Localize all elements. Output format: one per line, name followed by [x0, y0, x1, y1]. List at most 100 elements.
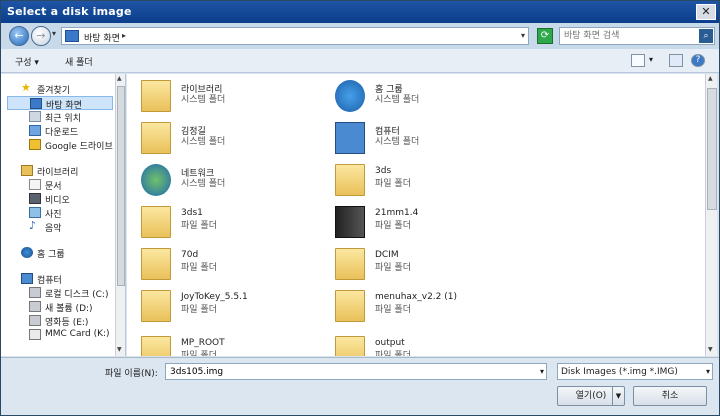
sidebar-item-music[interactable]: ♪ 음악 [1, 219, 115, 234]
sidebar-item-favorites[interactable]: ★ 즐겨찾기 [1, 81, 115, 96]
sidebar-scrollbar[interactable]: ▲ ▼ [115, 74, 125, 356]
address-bar[interactable]: 바탕 화면 ▸ ▾ [61, 27, 529, 45]
sidebar-item-libraries[interactable]: 라이브러리 [1, 164, 115, 178]
file-list-scroll-thumb[interactable] [707, 88, 717, 210]
sidebar-item-drive-e[interactable]: 영화등 (E:) [1, 314, 115, 328]
file-item[interactable]: 홈 그룹 시스템 폴더 [321, 78, 501, 114]
computer-icon [21, 273, 33, 284]
file-item[interactable]: JoyToKey_5.5.1 파일 폴더 [127, 288, 307, 324]
back-button[interactable]: ← [9, 26, 29, 46]
folder-icon [335, 248, 365, 280]
history-dropdown-icon[interactable]: ▾ [52, 29, 56, 38]
cancel-button[interactable]: 취소 [633, 386, 707, 406]
file-list: 라이브러리 시스템 폴더 홈 그룹 시스템 폴더 김정길 시스템 폴더 컴퓨터 … [127, 74, 705, 356]
file-item[interactable]: MP_ROOT 파일 폴더 [127, 334, 307, 356]
homegroup-icon [21, 247, 33, 258]
sidebar-item-videos[interactable]: 비디오 [1, 192, 115, 206]
scroll-up-icon[interactable]: ▲ [708, 75, 713, 82]
download-icon [29, 125, 41, 136]
toolbar: 구성 ▾ 새 폴더 ▾ ? [1, 49, 719, 73]
view-dropdown-icon[interactable]: ▾ [649, 55, 653, 64]
computer-icon [335, 122, 365, 154]
music-icon: ♪ [29, 219, 37, 232]
file-type-dropdown-icon[interactable]: ▾ [706, 367, 710, 376]
folder-icon [335, 290, 365, 322]
card-icon [29, 329, 41, 340]
scroll-up-icon[interactable]: ▲ [117, 75, 122, 82]
library-icon [21, 165, 33, 176]
file-type-value: Disk Images (*.img *.IMG) [561, 367, 678, 377]
file-dialog: Select a disk image ✕ ← → ▾ 바탕 화면 ▸ ▾ ⟳ … [0, 0, 720, 416]
sidebar-item-desktop[interactable]: 바탕 화면 [7, 96, 113, 111]
dialog-footer: 파일 이름(N): ▾ Disk Images (*.img *.IMG) ▾ … [1, 357, 719, 415]
library-folder-icon [141, 80, 171, 112]
filename-dropdown-icon[interactable]: ▾ [540, 367, 544, 376]
desktop-icon [30, 98, 42, 109]
file-item[interactable]: 네트워크 시스템 폴더 [127, 162, 307, 198]
sidebar-item-computer[interactable]: 컴퓨터 [1, 272, 115, 286]
scroll-down-icon[interactable]: ▼ [117, 346, 122, 353]
file-item[interactable]: 컴퓨터 시스템 폴더 [321, 120, 501, 156]
sidebar-item-drive-k[interactable]: MMC Card (K:) [1, 328, 115, 342]
organize-button[interactable]: 구성 ▾ [15, 55, 39, 68]
sidebar-item-drive-c[interactable]: 로컬 디스크 (C:) [1, 286, 115, 300]
filename-input[interactable] [168, 365, 528, 378]
open-button[interactable]: 열기(O) ▼ [557, 386, 625, 406]
file-item[interactable]: 70d 파일 폴더 [127, 246, 307, 282]
open-split-dropdown-icon[interactable]: ▼ [612, 387, 624, 405]
breadcrumb-location[interactable]: 바탕 화면 [84, 31, 120, 44]
refresh-button[interactable]: ⟳ [537, 28, 553, 44]
video-icon [29, 193, 41, 204]
file-list-scrollbar[interactable]: ▲ ▼ [705, 74, 717, 356]
sidebar-item-recent[interactable]: 최근 위치 [1, 110, 115, 124]
desktop-icon [65, 30, 79, 42]
sidebar-item-google-drive[interactable]: Google 드라이브 [1, 138, 115, 152]
sidebar-item-documents[interactable]: 문서 [1, 178, 115, 192]
search-input[interactable] [562, 29, 692, 43]
file-item[interactable]: 3ds1 파일 폴더 [127, 204, 307, 240]
file-type-select[interactable]: Disk Images (*.img *.IMG) ▾ [557, 363, 713, 380]
open-button-label: 열기(O) [575, 391, 607, 401]
filename-field[interactable]: ▾ [165, 363, 547, 380]
file-item[interactable]: DCIM 파일 폴더 [321, 246, 501, 282]
file-item[interactable]: 김정길 시스템 폴더 [127, 120, 307, 156]
file-item[interactable]: output 파일 폴더 [321, 334, 501, 356]
disk-icon [29, 315, 41, 326]
folder-icon [335, 164, 365, 196]
file-item[interactable]: menuhax_v2.2 (1) 파일 폴더 [321, 288, 501, 324]
user-folder-icon [141, 122, 171, 154]
homegroup-icon [335, 80, 365, 112]
title-bar[interactable]: Select a disk image ✕ [1, 1, 719, 23]
sidebar-item-homegroup[interactable]: 홈 그룹 [1, 246, 115, 260]
scroll-down-icon[interactable]: ▼ [708, 346, 713, 353]
breadcrumb-arrow-icon[interactable]: ▸ [122, 31, 126, 40]
sidebar-item-downloads[interactable]: 다운로드 [1, 124, 115, 138]
forward-button[interactable]: → [31, 26, 51, 46]
search-icon[interactable]: ⌕ [699, 29, 713, 43]
close-button[interactable]: ✕ [696, 4, 716, 20]
network-icon [141, 164, 171, 196]
window-title: Select a disk image [7, 5, 132, 18]
help-icon[interactable]: ? [691, 54, 705, 67]
view-options-icon[interactable] [631, 54, 645, 67]
sidebar-scroll-thumb[interactable] [117, 86, 125, 286]
file-item[interactable]: 라이브러리 시스템 폴더 [127, 78, 307, 114]
drive-icon [29, 139, 41, 150]
sidebar-item-drive-d[interactable]: 새 볼륨 (D:) [1, 300, 115, 314]
recent-icon [29, 111, 41, 122]
address-dropdown-icon[interactable]: ▾ [521, 31, 525, 40]
folder-icon [141, 248, 171, 280]
folder-icon [141, 336, 171, 356]
star-icon: ★ [21, 81, 31, 94]
file-item[interactable]: 21mm1.4 파일 폴더 [321, 204, 501, 240]
file-item[interactable]: 3ds 파일 폴더 [321, 162, 501, 198]
disk-icon [29, 287, 41, 298]
preview-pane-icon[interactable] [669, 54, 683, 67]
filename-label: 파일 이름(N): [105, 369, 158, 379]
sidebar-item-pictures[interactable]: 사진 [1, 206, 115, 220]
folder-icon [141, 206, 171, 238]
new-folder-button[interactable]: 새 폴더 [65, 55, 93, 68]
document-icon [29, 179, 41, 190]
navigation-pane: ★ 즐겨찾기 바탕 화면 최근 위치 다운로드 Google 드라이브 라이브러… [1, 74, 126, 356]
search-box[interactable]: ⌕ [559, 27, 715, 45]
